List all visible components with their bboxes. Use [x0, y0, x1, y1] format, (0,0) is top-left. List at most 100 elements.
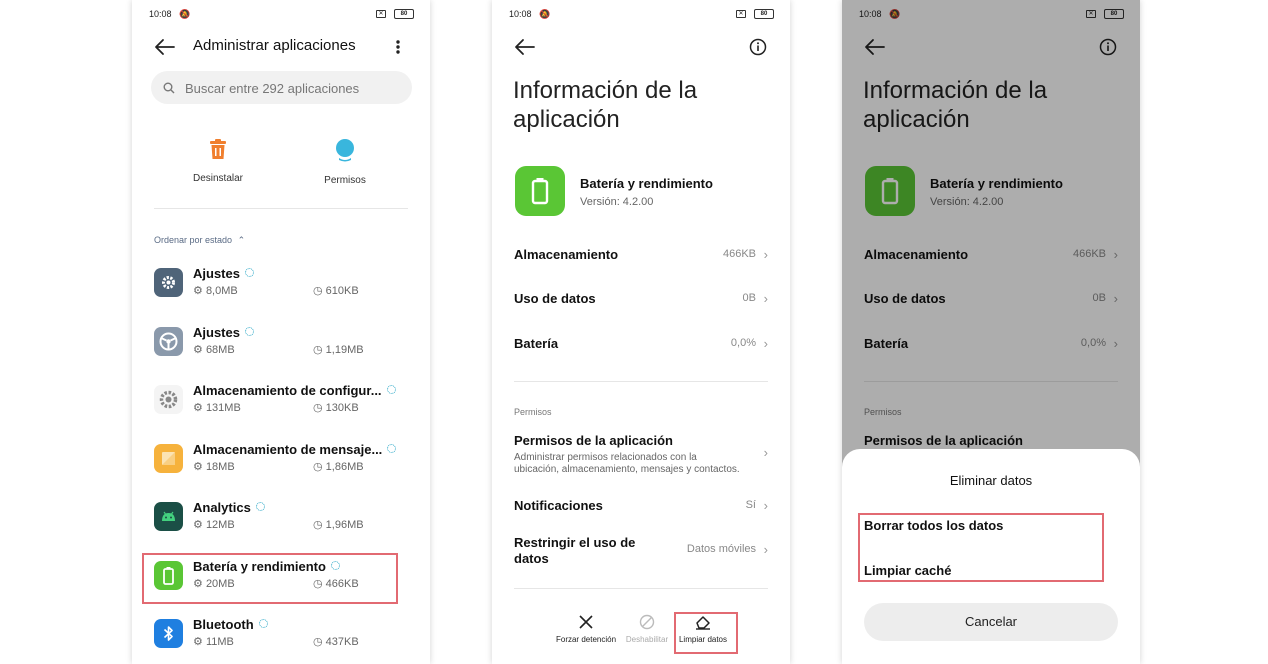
highlight-box-clear-data — [674, 612, 738, 654]
app-name: Ajustes — [193, 325, 254, 340]
loading-icon — [244, 327, 254, 336]
chip-icon: ⚙ — [193, 519, 203, 531]
status-time: 10:08 — [149, 9, 172, 19]
sheet-title: Eliminar datos — [949, 473, 1033, 488]
uninstall-button[interactable]: Desinstalar — [173, 138, 263, 184]
app-cache: ◷ 1,86MB — [313, 461, 364, 473]
more-menu-icon[interactable] — [394, 39, 402, 55]
chip-icon: ⚙ — [193, 402, 203, 414]
back-arrow-icon[interactable] — [154, 38, 176, 56]
app-row-bluetooth[interactable]: Bluetooth ⚙ 11MB ◷ 437KB — [154, 615, 408, 659]
trash-icon — [210, 139, 226, 159]
app-row-ajustes-2[interactable]: Ajustes ⚙ 68MB ◷ 1,19MB — [154, 323, 408, 367]
loading-icon — [386, 385, 396, 394]
divider — [154, 208, 408, 209]
app-row-ajustes[interactable]: Ajustes ⚙ 8,0MB ◷ 610KB — [154, 264, 408, 308]
sort-chevron-icon: ⌃ — [237, 235, 246, 245]
app-name: Almacenamiento de mensaje... — [193, 442, 397, 457]
app-name: Analytics — [193, 500, 265, 515]
close-icon — [579, 615, 593, 629]
app-cache: ◷ 130KB — [313, 402, 359, 414]
chevron-right-icon: › — [763, 291, 768, 306]
app-row-message-storage[interactable]: Almacenamiento de mensaje... ⚙ 18MB ◷ 1,… — [154, 440, 408, 484]
info-icon[interactable] — [749, 38, 767, 56]
chip-icon: ⚙ — [193, 461, 203, 473]
row-restrict-data[interactable]: Restringir el uso de datos Datos móviles… — [514, 529, 768, 569]
clear-data-dialog-screen: 10:08 🔕 ✕ 80 Información de la aplicació… — [842, 0, 1140, 664]
app-name: Almacenamiento de configur... — [193, 383, 396, 398]
clock-icon: ◷ — [313, 402, 323, 414]
app-info-screen: 10:08 🔕 ✕ 80 Información de la aplicació… — [492, 0, 790, 664]
app-name: Batería y rendimiento — [580, 176, 713, 191]
divider — [514, 588, 768, 589]
page-title: Información de la aplicación — [513, 77, 698, 133]
sort-selector[interactable]: Ordenar por estado ⌃ — [154, 235, 245, 246]
loading-icon — [255, 502, 265, 511]
divider — [514, 381, 768, 382]
status-bar: 10:08 🔕 ✕ 80 — [149, 9, 414, 21]
app-name: Ajustes — [193, 266, 254, 281]
clock-icon: ◷ — [313, 461, 323, 473]
cog-gray-icon — [154, 385, 183, 414]
gear-icon — [154, 268, 183, 297]
app-name: Bluetooth — [193, 617, 268, 632]
highlight-box-options — [858, 513, 1104, 582]
chip-icon: ⚙ — [193, 344, 203, 356]
uninstall-label: Desinstalar — [192, 173, 244, 184]
row-battery[interactable]: Batería 0,0% › — [514, 330, 768, 360]
search-placeholder: Buscar entre 292 aplicaciones — [185, 81, 360, 96]
chevron-right-icon: › — [763, 542, 768, 557]
sim-icon: ✕ — [376, 10, 386, 18]
clock-icon: ◷ — [313, 636, 323, 648]
message-storage-icon — [154, 444, 183, 473]
app-cache: ◷ 610KB — [313, 285, 359, 297]
cancel-button[interactable]: Cancelar — [864, 603, 1118, 641]
app-size: ⚙ 68MB — [193, 344, 235, 356]
bottom-action-bar: Forzar detención Deshabilitar Limpiar da… — [492, 614, 790, 654]
clock-icon: ◷ — [313, 519, 323, 531]
app-size: ⚙ 11MB — [193, 636, 234, 648]
battery-level: 80 — [754, 9, 774, 19]
bluetooth-icon — [154, 619, 183, 648]
search-input[interactable]: Buscar entre 292 aplicaciones — [151, 71, 412, 104]
status-time: 10:08 — [509, 9, 532, 19]
sim-icon: ✕ — [736, 10, 746, 18]
section-permissions-label: Permisos — [514, 407, 552, 417]
chevron-right-icon: › — [763, 445, 768, 460]
app-size: ⚙ 12MB — [193, 519, 235, 531]
row-notifications[interactable]: Notificaciones Sí › — [514, 492, 768, 522]
disable-icon — [639, 614, 655, 630]
clock-icon: ◷ — [313, 344, 323, 356]
highlight-box-battery-row — [142, 553, 398, 604]
page-title: Administrar aplicaciones — [193, 37, 356, 54]
app-version: Versión: 4.2.00 — [580, 196, 654, 208]
permissions-label: Permisos — [324, 175, 366, 186]
chip-icon: ⚙ — [193, 285, 203, 297]
row-data-usage[interactable]: Uso de datos 0B › — [514, 285, 768, 315]
permissions-icon — [336, 139, 354, 162]
mute-bell-icon: 🔕 — [179, 9, 191, 19]
permissions-description: Administrar permisos relacionados con la… — [514, 452, 740, 475]
chip-icon: ⚙ — [193, 636, 203, 648]
app-cache: ◷ 1,19MB — [313, 344, 364, 356]
row-storage[interactable]: Almacenamiento 466KB › — [514, 241, 768, 271]
battery-level: 80 — [394, 9, 414, 19]
mute-bell-icon: 🔕 — [539, 9, 551, 19]
back-arrow-icon[interactable] — [514, 38, 536, 56]
android-icon — [154, 502, 183, 531]
loading-icon — [387, 444, 397, 453]
manage-apps-screen: 10:08 🔕 ✕ 80 Administrar aplicaciones Bu… — [132, 0, 430, 664]
app-row-config-storage[interactable]: Almacenamiento de configur... ⚙ 131MB ◷ … — [154, 381, 408, 425]
app-row-analytics[interactable]: Analytics ⚙ 12MB ◷ 1,96MB — [154, 498, 408, 542]
clock-icon: ◷ — [313, 285, 323, 297]
sort-label: Ordenar por estado — [154, 235, 233, 245]
battery-icon — [515, 166, 565, 216]
app-size: ⚙ 8,0MB — [193, 285, 238, 297]
clear-data-sheet: Eliminar datos Borrar todos los datos Li… — [842, 449, 1140, 664]
chevron-right-icon: › — [763, 336, 768, 351]
app-size: ⚙ 131MB — [193, 402, 241, 414]
app-size: ⚙ 18MB — [193, 461, 235, 473]
permissions-button[interactable]: Permisos — [300, 138, 390, 186]
app-cache: ◷ 437KB — [313, 636, 359, 648]
app-cache: ◷ 1,96MB — [313, 519, 364, 531]
